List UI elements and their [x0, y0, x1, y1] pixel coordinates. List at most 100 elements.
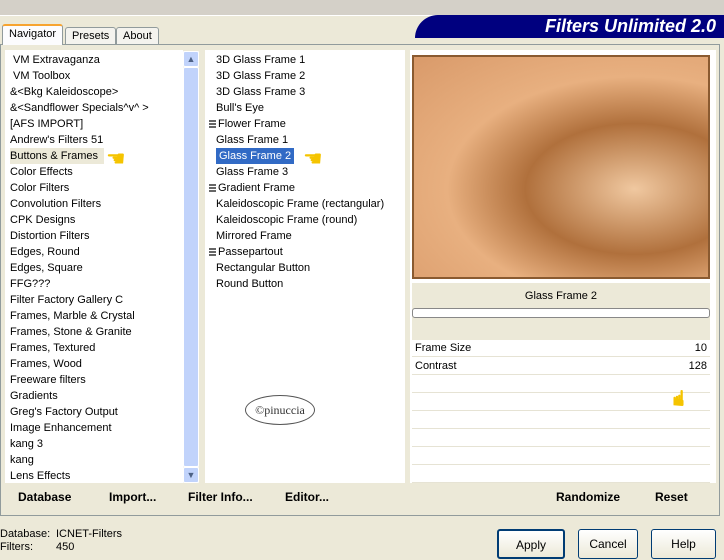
filter-item[interactable]: Bull's Eye — [209, 100, 405, 116]
filter-item[interactable]: Rectangular Button — [209, 260, 405, 276]
category-label: &<Bkg Kaleidoscope> — [10, 86, 119, 98]
filter-label: Glass Frame 2 — [216, 148, 295, 164]
filter-item[interactable]: 3D Glass Frame 1 — [209, 52, 405, 68]
category-label: Lens Effects — [10, 470, 71, 482]
tab-navigator[interactable]: Navigator — [2, 24, 64, 45]
filter-item[interactable]: Kaleidoscopic Frame (rectangular) — [209, 196, 405, 212]
category-item[interactable]: Freeware filters — [5, 372, 183, 388]
filter-info-button[interactable]: Filter Info... — [188, 490, 253, 504]
pointing-hand-icon: ☚ — [665, 388, 691, 408]
filter-item[interactable]: Kaleidoscopic Frame (round) — [209, 212, 405, 228]
param-contrast-slider[interactable]: Contrast 128 — [412, 358, 710, 375]
category-item[interactable]: Gradients — [5, 388, 183, 404]
filter-label: Glass Frame 3 — [216, 166, 289, 178]
filter-item[interactable]: Round Button — [209, 276, 405, 292]
category-label: kang 3 — [10, 438, 44, 450]
category-label: Distortion Filters — [10, 230, 90, 242]
apply-button[interactable]: Apply — [497, 529, 565, 559]
category-item[interactable]: CPK Designs — [5, 212, 183, 228]
category-item[interactable]: Distortion Filters — [5, 228, 183, 244]
category-item[interactable]: &<Bkg Kaleidoscope> — [5, 84, 183, 100]
category-item[interactable]: kang — [5, 452, 183, 468]
category-item[interactable]: Frames, Marble & Crystal — [5, 308, 183, 324]
category-item[interactable]: Color Filters — [5, 180, 183, 196]
category-item[interactable]: VM Toolbox — [5, 68, 183, 84]
filter-label: Gradient Frame — [218, 182, 296, 194]
category-item[interactable]: Edges, Square — [5, 260, 183, 276]
category-item[interactable]: Frames, Wood — [5, 356, 183, 372]
category-label: Image Enhancement — [10, 422, 112, 434]
category-item[interactable]: Buttons & Frames — [5, 148, 183, 164]
category-label: Frames, Stone & Granite — [10, 326, 132, 338]
param-empty — [412, 448, 710, 465]
top-toolbar-strip — [0, 0, 724, 16]
category-item[interactable]: Filter Factory Gallery C — [5, 292, 183, 308]
category-label: Convolution Filters — [10, 198, 102, 210]
category-item[interactable]: kang 3 — [5, 436, 183, 452]
category-scrollbar[interactable]: ▲ ▼ — [183, 51, 199, 483]
import-button[interactable]: Import... — [109, 490, 156, 504]
filter-item[interactable]: 3D Glass Frame 3 — [209, 84, 405, 100]
filters-label: Filters: — [0, 541, 33, 553]
category-item[interactable]: Edges, Round — [5, 244, 183, 260]
category-item[interactable]: Color Effects — [5, 164, 183, 180]
randomize-button[interactable]: Randomize — [556, 490, 620, 504]
param-label: Frame Size — [415, 342, 472, 354]
category-label: Andrew's Filters 51 — [10, 134, 104, 146]
reset-button[interactable]: Reset — [655, 490, 688, 504]
category-label: Greg's Factory Output — [10, 406, 118, 418]
filter-label: Rectangular Button — [216, 262, 311, 274]
category-label: Frames, Textured — [10, 342, 96, 354]
category-label: Gradients — [10, 390, 58, 402]
filter-item[interactable]: 3D Glass Frame 2 — [209, 68, 405, 84]
category-item[interactable]: [AFS IMPORT] — [5, 116, 183, 132]
filter-label: 3D Glass Frame 3 — [216, 86, 306, 98]
filter-item[interactable]: Gradient Frame — [209, 180, 405, 196]
editor-button[interactable]: Editor... — [285, 490, 329, 504]
category-label: Freeware filters — [10, 374, 86, 386]
tab-presets[interactable]: Presets — [65, 27, 117, 45]
category-item[interactable]: &<Sandflower Specials^v^ > — [5, 100, 183, 116]
cancel-button[interactable]: Cancel — [578, 529, 638, 559]
filter-header: Glass Frame 2 — [412, 283, 710, 340]
category-label: Buttons & Frames — [10, 148, 105, 164]
param-empty — [412, 412, 710, 429]
category-list[interactable]: VM Extravaganza VM Toolbox &<Bkg Kaleidosc… — [5, 50, 183, 483]
group-marker-icon — [209, 183, 216, 193]
scroll-thumb[interactable] — [183, 67, 199, 467]
filter-item[interactable]: Flower Frame — [209, 116, 405, 132]
filter-label: 3D Glass Frame 2 — [216, 70, 306, 82]
pointing-hand-icon: ☚ — [106, 146, 126, 171]
preview-image — [412, 55, 710, 279]
filter-label: Passepartout — [218, 246, 283, 258]
scroll-up-button[interactable]: ▲ — [183, 51, 199, 67]
scroll-down-button[interactable]: ▼ — [183, 467, 199, 483]
category-item[interactable]: Andrew's Filters 51 — [5, 132, 183, 148]
category-item[interactable]: VM Extravaganza — [5, 52, 183, 68]
category-item[interactable]: Lens Effects — [5, 468, 183, 483]
category-item[interactable]: Greg's Factory Output — [5, 404, 183, 420]
filter-item[interactable]: Mirrored Frame — [209, 228, 405, 244]
database-label: Database: — [0, 528, 51, 540]
help-button[interactable]: Help — [651, 529, 716, 559]
group-marker-icon — [209, 119, 216, 129]
category-label: Frames, Wood — [10, 358, 82, 370]
tab-about[interactable]: About — [116, 27, 159, 45]
category-item[interactable]: Convolution Filters — [5, 196, 183, 212]
category-item[interactable]: Frames, Stone & Granite — [5, 324, 183, 340]
param-empty — [412, 466, 710, 483]
category-item[interactable]: Frames, Textured — [5, 340, 183, 356]
category-item[interactable]: Image Enhancement — [5, 420, 183, 436]
param-value: 10 — [694, 342, 707, 354]
filter-label: Mirrored Frame — [216, 230, 292, 242]
category-label: [AFS IMPORT] — [10, 118, 84, 130]
category-label: VM Extravaganza — [13, 54, 100, 66]
category-item[interactable]: FFG??? — [5, 276, 183, 292]
category-label: Filter Factory Gallery C — [10, 294, 124, 306]
category-label: CPK Designs — [10, 214, 76, 226]
filter-item[interactable]: Passepartout — [209, 244, 405, 260]
filter-label: Bull's Eye — [216, 102, 264, 114]
param-value: 128 — [688, 360, 707, 372]
param-frame-size-slider[interactable]: Frame Size 10 — [412, 340, 710, 357]
database-button[interactable]: Database — [18, 490, 71, 504]
